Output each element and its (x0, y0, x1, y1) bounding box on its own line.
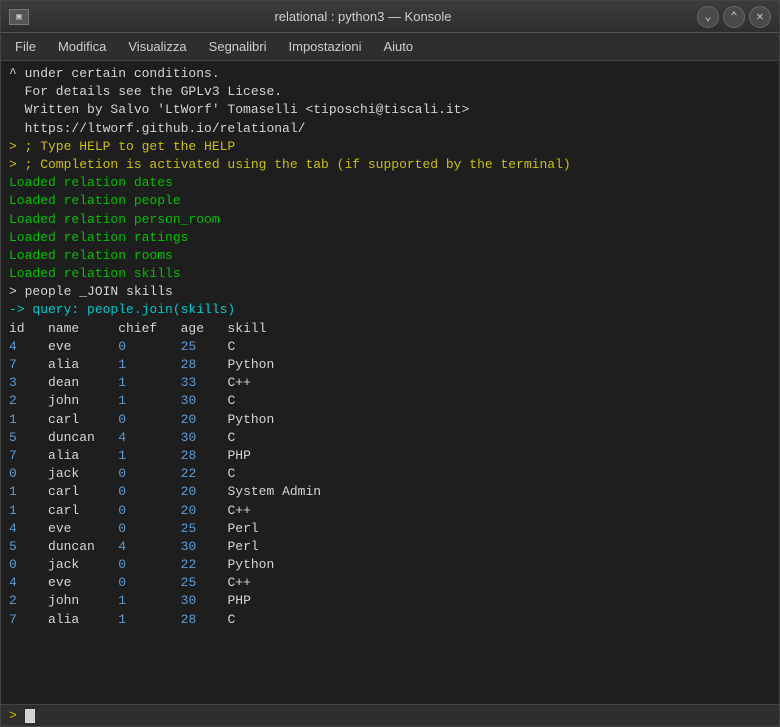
terminal-line: Loaded relation people (9, 192, 771, 210)
terminal-line: -> query: people.join(skills) (9, 301, 771, 319)
terminal-line: 7 alia 1 28 C (9, 611, 771, 629)
terminal-line: Loaded relation skills (9, 265, 771, 283)
close-button[interactable]: ✕ (749, 6, 771, 28)
menu-modifica[interactable]: Modifica (48, 35, 116, 58)
title-bar-left: ▣ (9, 9, 29, 25)
terminal-line: Loaded relation rooms (9, 247, 771, 265)
bottom-prompt: > (9, 708, 25, 723)
terminal-line: > ; Completion is activated using the ta… (9, 156, 771, 174)
terminal-line: ^ under certain conditions. (9, 65, 771, 83)
bottom-bar: > (1, 704, 779, 726)
terminal-line: 5 duncan 4 30 Perl (9, 538, 771, 556)
terminal-line: 0 jack 0 22 Python (9, 556, 771, 574)
terminal-line: Loaded relation ratings (9, 229, 771, 247)
terminal-line: Loaded relation dates (9, 174, 771, 192)
terminal-line: 4 eve 0 25 Perl (9, 520, 771, 538)
terminal-line: 4 eve 0 25 C (9, 338, 771, 356)
terminal-line: For details see the GPLv3 Licese. (9, 83, 771, 101)
terminal-line: 7 alia 1 28 PHP (9, 447, 771, 465)
window-icon: ▣ (9, 9, 29, 25)
terminal-line: id name chief age skill (9, 320, 771, 338)
cursor (25, 709, 35, 723)
terminal-line: 2 john 1 30 PHP (9, 592, 771, 610)
menu-visualizza[interactable]: Visualizza (118, 35, 196, 58)
menu-segnalibri[interactable]: Segnalibri (199, 35, 277, 58)
minimize-button[interactable]: ⌄ (697, 6, 719, 28)
terminal-line: 7 alia 1 28 Python (9, 356, 771, 374)
terminal-line: 1 carl 0 20 C++ (9, 502, 771, 520)
terminal-line: 1 carl 0 20 System Admin (9, 483, 771, 501)
terminal-line: 2 john 1 30 C (9, 392, 771, 410)
menu-bar: File Modifica Visualizza Segnalibri Impo… (1, 33, 779, 61)
terminal-line: https://ltworf.github.io/relational/ (9, 120, 771, 138)
terminal-line: 1 carl 0 20 Python (9, 411, 771, 429)
terminal-line: 0 jack 0 22 C (9, 465, 771, 483)
window-title: relational : python3 — Konsole (29, 9, 697, 24)
terminal-line: Written by Salvo 'LtWorf' Tomaselli <tip… (9, 101, 771, 119)
terminal-output[interactable]: ^ under certain conditions. For details … (1, 61, 779, 704)
terminal-line: > people _JOIN skills (9, 283, 771, 301)
maximize-button[interactable]: ⌃ (723, 6, 745, 28)
terminal-line: 5 duncan 4 30 C (9, 429, 771, 447)
terminal-line: Loaded relation person_room (9, 211, 771, 229)
menu-impostazioni[interactable]: Impostazioni (279, 35, 372, 58)
terminal-line: 3 dean 1 33 C++ (9, 374, 771, 392)
terminal-line: > ; Type HELP to get the HELP (9, 138, 771, 156)
menu-aiuto[interactable]: Aiuto (373, 35, 423, 58)
menu-file[interactable]: File (5, 35, 46, 58)
konsole-window: ▣ relational : python3 — Konsole ⌄ ⌃ ✕ F… (0, 0, 780, 727)
terminal-line: 4 eve 0 25 C++ (9, 574, 771, 592)
title-bar-controls: ⌄ ⌃ ✕ (697, 6, 771, 28)
title-bar: ▣ relational : python3 — Konsole ⌄ ⌃ ✕ (1, 1, 779, 33)
